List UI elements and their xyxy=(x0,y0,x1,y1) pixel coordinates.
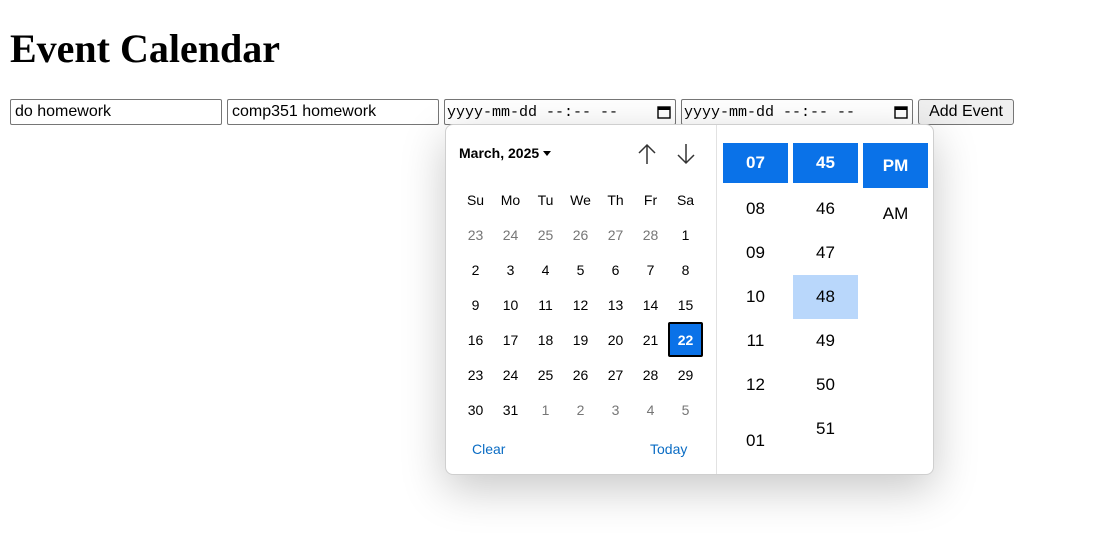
day-cell[interactable]: 23 xyxy=(458,357,493,392)
day-cell[interactable]: 1 xyxy=(668,217,703,252)
week-row: 2 3 4 5 6 7 8 xyxy=(458,252,703,287)
day-cell[interactable]: 13 xyxy=(598,287,633,322)
hovered-minute-option[interactable]: 48 xyxy=(793,275,858,319)
hour-option[interactable]: 12 xyxy=(723,363,788,407)
week-row: 23 24 25 26 27 28 29 xyxy=(458,357,703,392)
day-cell[interactable]: 29 xyxy=(668,357,703,392)
weekday-header-row: Su Mo Tu We Th Fr Sa xyxy=(458,182,703,217)
clear-button[interactable]: Clear xyxy=(472,441,505,457)
day-cell[interactable]: 4 xyxy=(528,252,563,287)
weekday-label: Fr xyxy=(643,191,658,208)
datetime-picker-popup: March, 2025 Su Mo Tu We Th Fr Sa 23 24 2… xyxy=(445,124,934,475)
day-cell[interactable]: 23 xyxy=(458,217,493,252)
day-cell[interactable]: 15 xyxy=(668,287,703,322)
day-cell[interactable]: 28 xyxy=(633,357,668,392)
month-year-selector[interactable]: March, 2025 xyxy=(459,145,552,161)
minute-option[interactable]: 47 xyxy=(793,231,858,275)
meridiem-column[interactable]: PM AM xyxy=(863,143,928,236)
week-row: 23 24 25 26 27 28 1 xyxy=(458,217,703,252)
day-cell[interactable]: 19 xyxy=(563,322,598,357)
day-cell[interactable]: 26 xyxy=(563,357,598,392)
day-cell[interactable]: 5 xyxy=(563,252,598,287)
day-cell[interactable]: 30 xyxy=(458,392,493,427)
calendar-grid: Su Mo Tu We Th Fr Sa 23 24 25 26 27 28 1… xyxy=(458,182,703,427)
add-event-button[interactable]: Add Event xyxy=(918,99,1014,125)
weekday-label: Tu xyxy=(537,191,554,208)
selected-hour-option[interactable]: 07 xyxy=(723,143,788,183)
previous-month-button[interactable] xyxy=(634,141,660,167)
hour-option[interactable]: 11 xyxy=(723,319,788,363)
hour-column[interactable]: 07 08 09 10 11 12 01 xyxy=(723,143,788,463)
caret-down-icon xyxy=(543,150,552,156)
week-row: 16 17 18 19 20 21 22 xyxy=(458,322,703,357)
day-cell[interactable]: 18 xyxy=(528,322,563,357)
meridiem-option[interactable]: AM xyxy=(863,192,928,236)
week-row: 9 10 11 12 13 14 15 xyxy=(458,287,703,322)
day-cell[interactable]: 21 xyxy=(633,322,668,357)
day-cell[interactable]: 2 xyxy=(458,252,493,287)
weekday-label: Su xyxy=(466,191,485,208)
day-cell[interactable]: 3 xyxy=(493,252,528,287)
day-cell[interactable]: 25 xyxy=(528,357,563,392)
today-button[interactable]: Today xyxy=(650,441,687,457)
day-cell[interactable]: 26 xyxy=(563,217,598,252)
day-cell[interactable]: 12 xyxy=(563,287,598,322)
start-datetime-placeholder: yyyy-mm-dd --:-- -- xyxy=(447,103,619,121)
hour-option[interactable]: 10 xyxy=(723,275,788,319)
selected-day-cell[interactable]: 22 xyxy=(668,322,703,357)
event-name-input[interactable]: do homework xyxy=(10,99,222,125)
day-cell[interactable]: 3 xyxy=(598,392,633,427)
day-cell[interactable]: 5 xyxy=(668,392,703,427)
weekday-label: Mo xyxy=(500,191,521,208)
page-title: Event Calendar xyxy=(10,26,280,71)
day-cell[interactable]: 27 xyxy=(598,217,633,252)
week-row: 30 31 1 2 3 4 5 xyxy=(458,392,703,427)
day-cell[interactable]: 2 xyxy=(563,392,598,427)
day-cell[interactable]: 17 xyxy=(493,322,528,357)
day-cell[interactable]: 6 xyxy=(598,252,633,287)
hour-option[interactable]: 09 xyxy=(723,231,788,275)
hour-option[interactable]: 01 xyxy=(723,419,788,463)
weekday-label: We xyxy=(570,191,591,208)
start-datetime-input[interactable]: yyyy-mm-dd --:-- -- xyxy=(444,99,676,125)
day-cell[interactable]: 24 xyxy=(493,217,528,252)
day-cell[interactable]: 11 xyxy=(528,287,563,322)
calendar-icon[interactable] xyxy=(657,105,671,119)
end-datetime-placeholder: yyyy-mm-dd --:-- -- xyxy=(684,103,856,121)
day-cell[interactable]: 1 xyxy=(528,392,563,427)
day-cell[interactable]: 16 xyxy=(458,322,493,357)
day-cell[interactable]: 8 xyxy=(668,252,703,287)
weekday-label: Sa xyxy=(676,191,695,208)
day-cell[interactable]: 7 xyxy=(633,252,668,287)
minute-column[interactable]: 45 46 47 48 49 50 51 xyxy=(793,143,858,451)
day-cell[interactable]: 9 xyxy=(458,287,493,322)
arrow-up-icon xyxy=(638,143,656,164)
hour-option[interactable]: 08 xyxy=(723,187,788,231)
day-cell[interactable]: 24 xyxy=(493,357,528,392)
arrow-down-icon xyxy=(677,144,695,165)
end-datetime-input[interactable]: yyyy-mm-dd --:-- -- xyxy=(681,99,913,125)
selected-meridiem-option[interactable]: PM xyxy=(863,143,928,188)
calendar-icon[interactable] xyxy=(894,105,908,119)
event-description-input[interactable]: comp351 homework xyxy=(227,99,439,125)
day-cell[interactable]: 10 xyxy=(493,287,528,322)
minute-option[interactable]: 49 xyxy=(793,319,858,363)
weekday-label: Th xyxy=(607,191,624,208)
minute-option[interactable]: 46 xyxy=(793,187,858,231)
day-cell[interactable]: 27 xyxy=(598,357,633,392)
day-cell[interactable]: 14 xyxy=(633,287,668,322)
day-cell[interactable]: 25 xyxy=(528,217,563,252)
month-year-label: March, 2025 xyxy=(459,145,540,161)
day-cell[interactable]: 28 xyxy=(633,217,668,252)
next-month-button[interactable] xyxy=(673,141,699,167)
minute-option[interactable]: 50 xyxy=(793,363,858,407)
minute-option[interactable]: 51 xyxy=(793,407,858,451)
day-cell[interactable]: 20 xyxy=(598,322,633,357)
day-cell[interactable]: 4 xyxy=(633,392,668,427)
selected-minute-option[interactable]: 45 xyxy=(793,143,858,183)
picker-divider xyxy=(716,125,717,474)
day-cell[interactable]: 31 xyxy=(493,392,528,427)
